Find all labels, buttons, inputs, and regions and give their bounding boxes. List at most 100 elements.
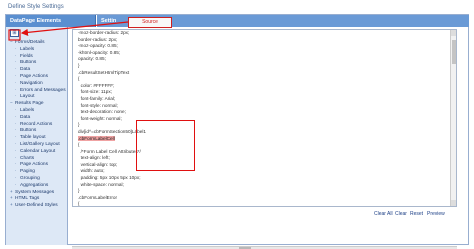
tree-item-label: Data: [20, 114, 31, 120]
code-text: font-weight: normal;: [78, 115, 122, 121]
tree-item-label: Page Actions: [20, 162, 49, 168]
tree-item[interactable]: · Aggregations: [8, 182, 66, 189]
tree-item[interactable]: · Table layout: [8, 134, 66, 141]
code-line: font-weight: normal;: [78, 116, 456, 123]
code-text: padding: 5px 10px 5px 10px;: [78, 175, 141, 181]
code-text: {: [78, 76, 80, 82]
code-text: vertical-align: top;: [78, 161, 118, 167]
tree-item-label: Calendar Layout: [20, 148, 56, 154]
code-line: {: [78, 142, 456, 149]
tree-item[interactable]: − Results Page: [8, 100, 66, 107]
reset-link[interactable]: Reset: [410, 211, 423, 217]
code-text: }: [78, 188, 80, 194]
code-text: -moz-opacity: 0.85;: [78, 43, 118, 49]
highlighted-selector: .cbFormLabelCell: [78, 135, 115, 141]
tree-item[interactable]: · Buttons: [8, 59, 66, 66]
tree-item-label: Errors and Messages: [20, 87, 66, 93]
code-line: color: #FFFFFF;: [78, 83, 456, 90]
code-line: }: [78, 63, 456, 70]
tree-item[interactable]: · Charts: [8, 155, 66, 162]
css-source-editor[interactable]: -moz-border-radius: 2px; border-radius: 2…: [72, 29, 457, 207]
code-line: font-style: normal;: [78, 103, 456, 110]
code-text: {: [78, 142, 80, 148]
clear-link[interactable]: Clear: [395, 211, 407, 217]
code-line: white-space: normal;: [78, 182, 456, 189]
code-text: color: #FFFFFF;: [78, 82, 115, 88]
tree-item-label: Fields: [20, 53, 33, 59]
tree-item-label: Forms/Details: [15, 40, 45, 45]
tree-item[interactable]: · Paging: [8, 168, 66, 175]
tree-item-label: Layout: [20, 94, 35, 100]
tree-item-label: Table layout: [20, 135, 46, 141]
tree-item[interactable]: · Data: [8, 114, 66, 121]
tree-item[interactable]: · Layout: [8, 93, 66, 100]
tree-item[interactable]: · Grouping: [8, 175, 66, 182]
tree-item-label: Aggregations: [20, 182, 49, 188]
tree-item[interactable]: · Errors and Messages: [8, 87, 66, 94]
tree-item[interactable]: · Fields: [8, 53, 66, 60]
tree-item[interactable]: · Navigation: [8, 80, 66, 87]
tree-item-label: Page Actions: [20, 73, 49, 79]
tree-header: DataPage Elements: [6, 15, 96, 27]
tree-item-label: System Messages: [15, 189, 55, 195]
code-text: width: auto;: [78, 168, 105, 174]
tree-item[interactable]: · List/Gallery Layout: [8, 141, 66, 148]
expand-all-icon[interactable]: ⊞: [10, 29, 19, 37]
tree-item[interactable]: − Forms/Details: [8, 39, 66, 46]
css-code[interactable]: -moz-border-radius: 2px; border-radius: 2…: [73, 30, 456, 206]
scroll-thumb[interactable]: [452, 40, 456, 64]
elements-tree: ⊞ − Forms/Details · Labels · Fields · Buttons · D…: [6, 27, 68, 245]
editor-scrollbar[interactable]: [450, 30, 456, 206]
tree-list: − Forms/Details · Labels · Fields · Buttons · Dat…: [8, 39, 66, 209]
code-line: -moz-border-radius: 2px;: [78, 30, 456, 37]
tree-item[interactable]: · Page Actions: [8, 161, 66, 168]
code-text: font-size: 11px;: [78, 89, 113, 95]
code-line: .cbFormLabelError: [78, 195, 456, 202]
tree-item-label: Buttons: [20, 60, 37, 66]
tree-item[interactable]: · Data: [8, 66, 66, 73]
code-line: font-family: Arial;: [78, 96, 456, 103]
code-text: font-style: normal;: [78, 102, 118, 108]
code-text: .cbFormLabelError: [78, 194, 118, 200]
scroll-down-icon[interactable]: [451, 200, 456, 206]
tree-item[interactable]: · Calendar Layout: [8, 148, 66, 155]
code-text: font-family: Arial;: [78, 95, 116, 101]
code-line: {: [78, 201, 456, 206]
clear-all-link[interactable]: Clear All: [374, 211, 393, 217]
code-line: width: auto;: [78, 168, 456, 175]
code-line: vertical-align: top;: [78, 162, 456, 169]
code-line: font-size: 11px;: [78, 89, 456, 96]
tree-item[interactable]: + HTML Tags: [8, 195, 66, 202]
tree-item-label: Data: [20, 67, 31, 73]
tree-item-label: Grouping: [20, 175, 40, 181]
window-title: Define Style Settings: [0, 0, 474, 14]
tree-item[interactable]: · Buttons: [8, 127, 66, 134]
tree-item-label: Record Actions: [20, 121, 53, 127]
code-text: text-align: left;: [78, 155, 110, 161]
preview-link[interactable]: Preview: [427, 211, 445, 217]
code-line: -khtml-opacity: 0.85;: [78, 50, 456, 57]
tree-item-label: Labels: [20, 46, 35, 52]
tree-item[interactable]: · Labels: [8, 46, 66, 53]
source-button[interactable]: Source: [128, 17, 172, 28]
tree-item[interactable]: + System Messages: [8, 189, 66, 196]
code-text: text-decoration: none;: [78, 109, 126, 115]
tree-item[interactable]: · Labels: [8, 107, 66, 114]
code-line: border-radius: 2px;: [78, 37, 456, 44]
tree-item[interactable]: + User-Defined Styles: [8, 202, 66, 209]
tree-item-label: List/Gallery Layout: [20, 141, 60, 147]
tree-item[interactable]: · Page Actions: [8, 73, 66, 80]
code-line: {: [78, 76, 456, 83]
code-text: -moz-border-radius: 2px;: [78, 30, 130, 35]
tree-item-label: Buttons: [20, 128, 37, 134]
style-settings-panel: DataPage Elements Settin ⊞ − Forms/Detail…: [5, 14, 469, 249]
code-line: text-decoration: none;: [78, 109, 456, 116]
tree-item[interactable]: · Record Actions: [8, 121, 66, 128]
tree-item-label: Labels: [20, 107, 35, 113]
tree-item-label: Results Page: [15, 101, 44, 107]
code-text: opacity: 0.85;: [78, 56, 106, 62]
code-line: text-align: left;: [78, 155, 456, 162]
tree-item-label: User-Defined Styles: [15, 203, 58, 209]
code-line: /*Form Label Cell Attributes*/: [78, 149, 456, 156]
scroll-up-icon[interactable]: [451, 30, 456, 36]
